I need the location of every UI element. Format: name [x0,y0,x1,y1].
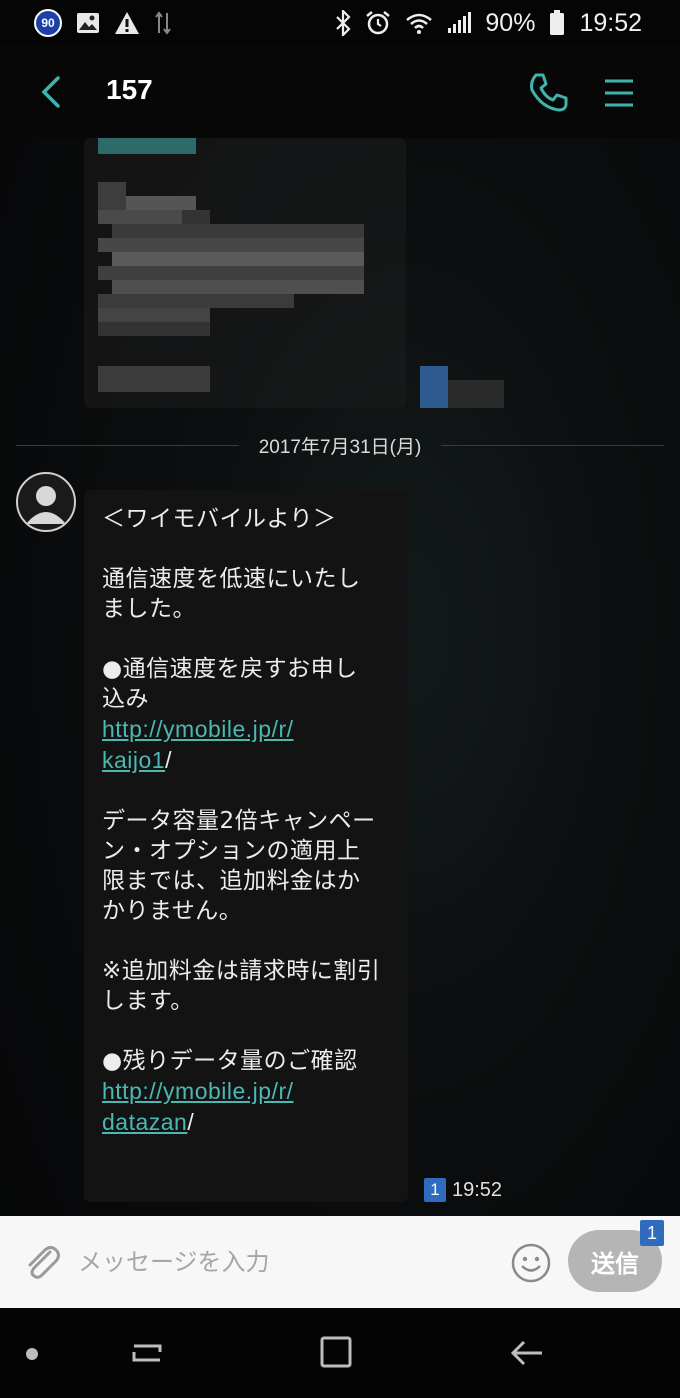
message-line: ※追加料金は請求時に割引 [102,958,381,984]
back-button[interactable] [36,72,68,112]
alarm-icon [365,10,391,36]
message-line: http://ymobile.jp/r/ [102,1076,390,1107]
nav-back-button[interactable] [508,1334,546,1372]
message-meta: 1 19:52 [424,1178,502,1202]
message-line: http://ymobile.jp/r/ [102,714,390,745]
previous-message-pixelated [84,138,406,408]
message-line: ました。 [102,596,196,622]
pixel-block [98,138,196,154]
pixel-block [98,366,210,392]
link-trailing-slash: / [187,1109,195,1135]
message-line: 限までは、追加料金はか [102,868,361,894]
data-transfer-icon [154,11,172,35]
previous-message-meta-pixelated [420,366,510,408]
unread-count-badge: 1 [424,1178,446,1202]
warning-icon [114,11,140,35]
sender-avatar[interactable] [16,472,76,532]
message-bubble[interactable]: ＜ワイモバイルより＞ 通信速度を低速にいたし ました。 ●通信速度を戻すお申し … [84,490,408,1202]
home-icon [320,1336,352,1368]
date-label: 2017年7月31日(月) [258,436,422,458]
back-arrow-icon [41,76,60,108]
divider [16,444,239,446]
home-button[interactable] [318,1334,354,1372]
attach-button[interactable] [20,1240,64,1284]
speed-restore-link[interactable]: http://ymobile.jp/r/ [102,716,294,742]
paperclip-icon [28,1246,60,1279]
message-line: 通信速度を低速にいたし [102,566,361,592]
person-icon [26,486,66,524]
menu-icon [605,79,633,107]
message-line: 込み [102,686,149,712]
message-gap [102,926,390,956]
message-line: します。 [102,988,194,1014]
message-line: データ容量2倍キャンペー [102,808,376,834]
menu-button[interactable] [602,76,636,110]
data-remaining-link-cont[interactable]: datazan [102,1109,187,1135]
message-composer: 送信 [0,1216,680,1308]
pixel-block [182,210,210,224]
status-right: 90% 19:52 [335,9,642,38]
nav-back-icon [510,1340,542,1366]
message-gap [102,776,390,806]
pixel-block [448,380,504,408]
pixel-block [98,182,126,210]
pixel-block [112,280,364,294]
bluetooth-icon [335,10,351,36]
emoji-button[interactable] [510,1242,552,1284]
gallery-icon [76,12,100,34]
message-line: かりません。 [102,898,243,924]
message-gap [102,624,390,654]
clock: 19:52 [579,8,642,37]
pixel-block [98,322,210,336]
battery-icon [549,10,565,36]
message-gap [102,1016,390,1046]
battery-percent: 90% [485,8,536,37]
divider [441,444,664,446]
pixel-block [98,294,294,308]
status-left: 90 [34,9,172,37]
message-gap [102,534,390,564]
pixel-block [98,210,182,224]
smiley-icon [511,1243,551,1283]
wifi-icon [405,12,433,34]
signal-icon [447,12,472,34]
pixel-block [126,196,196,210]
link-trailing-slash: / [165,747,172,773]
notification-count-badge: 90 [34,9,62,37]
recent-apps-icon [132,1344,162,1362]
recent-apps-button[interactable] [128,1334,166,1372]
message-line: ン・オプションの適用上 [102,838,361,864]
call-button[interactable] [526,70,570,114]
pixel-block [420,366,448,408]
message-input[interactable] [78,1242,478,1282]
pixel-block [112,224,364,238]
contact-name: 157 [106,74,153,105]
data-remaining-link[interactable]: http://ymobile.jp/r/ [102,1078,294,1104]
speed-restore-link-cont[interactable]: kaijo1 [102,747,165,773]
pixel-block [98,308,210,322]
pixel-block [98,238,364,252]
message-time: 19:52 [452,1178,503,1201]
message-line: ＜ワイモバイルより＞ [102,506,337,532]
status-bar: 90 90% 19:52 [0,0,680,46]
message-line: kaijo1/ [102,745,390,776]
date-separator: 2017年7月31日(月) [16,430,664,460]
system-navigation-bar [0,1308,680,1398]
pixel-block [112,252,364,266]
nav-indicator-dot [26,1348,38,1360]
conversation-header: 157 [0,46,680,138]
send-count-badge: 1 [640,1220,664,1246]
message-line: ●残りデータ量のご確認 [102,1048,358,1074]
message-line: datazan/ [102,1107,390,1138]
pixel-block [98,266,364,280]
phone-icon [530,73,568,112]
message-line: ●通信速度を戻すお申し [102,656,358,682]
